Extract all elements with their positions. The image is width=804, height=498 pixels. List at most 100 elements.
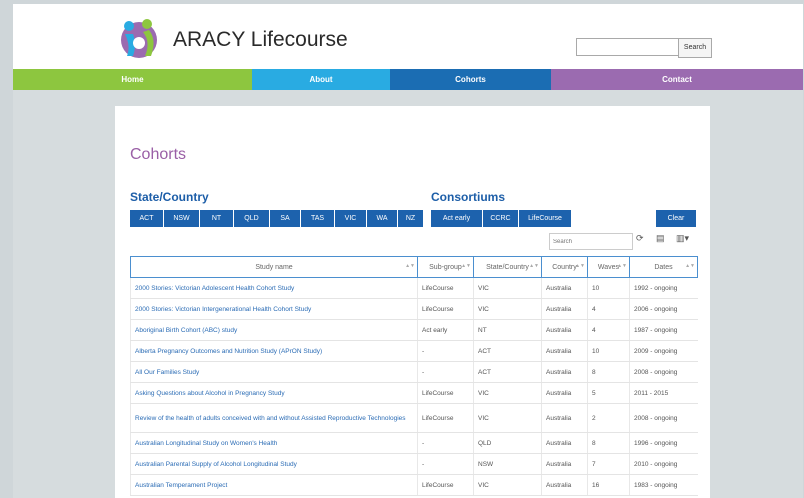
columns-dropdown-icon[interactable]: ▥▾ <box>676 233 689 244</box>
nav-cohorts[interactable]: Cohorts <box>390 69 551 90</box>
col-country[interactable]: Country ▲▼ <box>541 256 588 278</box>
study-name-link[interactable]: Australian Temperament Project <box>130 474 418 496</box>
waves-cell: 7 <box>587 453 630 475</box>
dates-cell: 2008 - ongoing <box>629 361 698 383</box>
study-name-link[interactable]: Australian Parental Supply of Alcohol Lo… <box>130 453 418 475</box>
page-frame: ARACY Lifecourse Search Home About Cohor… <box>13 4 803 498</box>
site-header: ARACY Lifecourse Search <box>13 4 803 69</box>
state-cell: ACT <box>473 340 542 362</box>
country-cell: Australia <box>541 298 588 320</box>
filter-vic[interactable]: VIC <box>335 210 366 227</box>
nav-contact[interactable]: Contact <box>551 69 803 90</box>
country-cell: Australia <box>541 432 588 454</box>
study-name-link[interactable]: Aboriginal Birth Cohort (ABC) study <box>130 319 418 341</box>
dates-cell: 1987 - ongoing <box>629 319 698 341</box>
state-cell: VIC <box>473 403 542 433</box>
clear-filters-button[interactable]: Clear <box>656 210 696 227</box>
filter-act[interactable]: ACT <box>130 210 163 227</box>
sort-icon: ▲▼ <box>685 263 695 269</box>
table-row: Alberta Pregnancy Outcomes and Nutrition… <box>130 340 698 362</box>
content-panel: Cohorts State/Country ACT NSW NT QLD SA … <box>115 106 710 498</box>
waves-cell: 8 <box>587 361 630 383</box>
refresh-icon[interactable]: ⟳ <box>636 233 644 244</box>
country-cell: Australia <box>541 340 588 362</box>
study-name-link[interactable]: Asking Questions about Alcohol in Pregna… <box>130 382 418 404</box>
waves-cell: 4 <box>587 298 630 320</box>
filter-ccrc[interactable]: CCRC <box>483 210 518 227</box>
dates-cell: 2011 - 2015 <box>629 382 698 404</box>
waves-cell: 4 <box>587 319 630 341</box>
sub-group-cell: LifeCourse <box>417 474 474 496</box>
nav-home[interactable]: Home <box>13 69 252 90</box>
state-cell: ACT <box>473 361 542 383</box>
col-study-name[interactable]: Study name ▲▼ <box>130 256 418 278</box>
sub-group-cell: LifeCourse <box>417 277 474 299</box>
study-name-link[interactable]: 2000 Stories: Victorian Adolescent Healt… <box>130 277 418 299</box>
sub-group-cell: LifeCourse <box>417 403 474 433</box>
waves-cell: 16 <box>587 474 630 496</box>
filter-nsw[interactable]: NSW <box>164 210 199 227</box>
cohorts-table: Study name ▲▼ Sub-group ▲▼ State/Country ▲▼… <box>130 256 698 496</box>
table-row: All Our Families Study - ACT Australia 8… <box>130 361 698 383</box>
country-cell: Australia <box>541 361 588 383</box>
sub-group-cell: - <box>417 361 474 383</box>
dates-cell: 2006 - ongoing <box>629 298 698 320</box>
aracy-logo <box>121 19 157 58</box>
dates-cell: 1983 - ongoing <box>629 474 698 496</box>
state-cell: VIC <box>473 474 542 496</box>
dates-cell: 1996 - ongoing <box>629 432 698 454</box>
waves-cell: 10 <box>587 277 630 299</box>
dates-cell: 2010 - ongoing <box>629 453 698 475</box>
page-title: Cohorts <box>130 146 187 163</box>
table-row: 2000 Stories: Victorian Intergenerationa… <box>130 298 698 320</box>
filter-act-early[interactable]: Act early <box>431 210 482 227</box>
col-sub-group[interactable]: Sub-group ▲▼ <box>417 256 474 278</box>
study-name-link[interactable]: Alberta Pregnancy Outcomes and Nutrition… <box>130 340 418 362</box>
sub-group-cell: LifeCourse <box>417 382 474 404</box>
col-waves[interactable]: Waves ▲▼ <box>587 256 630 278</box>
dates-cell: 1992 - ongoing <box>629 277 698 299</box>
filter-tas[interactable]: TAS <box>301 210 334 227</box>
consortium-filter-group: Act early CCRC LifeCourse <box>431 210 571 227</box>
filter-qld[interactable]: QLD <box>234 210 269 227</box>
country-cell: Australia <box>541 319 588 341</box>
site-search-button[interactable]: Search <box>678 38 712 58</box>
study-name-link[interactable]: Australian Longitudinal Study on Women's… <box>130 432 418 454</box>
sort-icon: ▲▼ <box>529 263 539 269</box>
state-cell: VIC <box>473 298 542 320</box>
waves-cell: 5 <box>587 382 630 404</box>
study-name-link[interactable]: All Our Families Study <box>130 361 418 383</box>
table-row: Asking Questions about Alcohol in Pregna… <box>130 382 698 404</box>
filter-lifecourse[interactable]: LifeCourse <box>519 210 571 227</box>
waves-cell: 8 <box>587 432 630 454</box>
state-cell: NSW <box>473 453 542 475</box>
country-cell: Australia <box>541 382 588 404</box>
country-cell: Australia <box>541 474 588 496</box>
sort-icon: ▲▼ <box>575 263 585 269</box>
study-name-link[interactable]: Review of the health of adults conceived… <box>130 403 418 433</box>
waves-cell: 10 <box>587 340 630 362</box>
site-search-input[interactable] <box>576 38 684 56</box>
table-search-input[interactable] <box>549 233 633 250</box>
table-row: Australian Longitudinal Study on Women's… <box>130 432 698 454</box>
consortiums-title: Consortiums <box>431 190 506 204</box>
study-name-link[interactable]: 2000 Stories: Victorian Intergenerationa… <box>130 298 418 320</box>
site-brand[interactable]: ARACY Lifecourse <box>173 28 348 52</box>
sub-group-cell: - <box>417 432 474 454</box>
toggle-view-icon[interactable]: ▤ <box>656 233 665 244</box>
filter-wa[interactable]: WA <box>367 210 397 227</box>
table-row: Australian Temperament Project LifeCours… <box>130 474 698 496</box>
country-cell: Australia <box>541 453 588 475</box>
col-state-country[interactable]: State/Country ▲▼ <box>473 256 542 278</box>
col-dates[interactable]: Dates ▲▼ <box>629 256 698 278</box>
waves-cell: 2 <box>587 403 630 433</box>
country-cell: Australia <box>541 277 588 299</box>
sub-group-cell: Act early <box>417 319 474 341</box>
filter-nt[interactable]: NT <box>200 210 233 227</box>
sub-group-cell: - <box>417 340 474 362</box>
nav-about[interactable]: About <box>252 69 390 90</box>
state-cell: VIC <box>473 277 542 299</box>
filter-sa[interactable]: SA <box>270 210 300 227</box>
table-header-row: Study name ▲▼ Sub-group ▲▼ State/Country ▲▼… <box>130 256 698 278</box>
filter-nz[interactable]: NZ <box>398 210 423 227</box>
